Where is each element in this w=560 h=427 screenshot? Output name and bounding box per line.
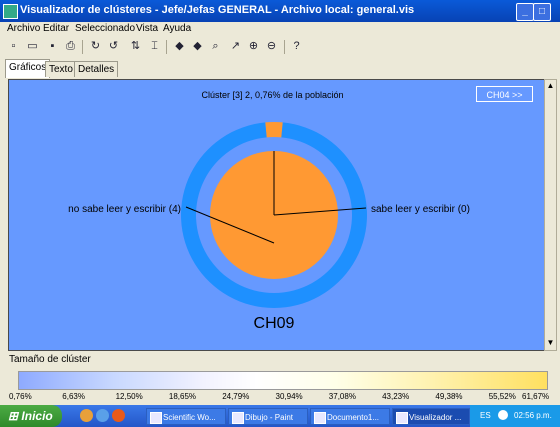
cluster-size-gradient bbox=[18, 371, 548, 390]
chart-canvas: no sabe leer y escribir (4) sabe leer y e… bbox=[8, 79, 546, 351]
move-right-icon[interactable]: ◆ bbox=[190, 39, 205, 54]
app-icon bbox=[3, 4, 18, 19]
size-tick-label: 18,65% bbox=[168, 392, 197, 401]
label-sabe: sabe leer y escribir (0) bbox=[371, 204, 470, 215]
tab-strip: Gráficos Texto Detalles bbox=[0, 58, 560, 78]
ring-segment bbox=[265, 122, 283, 138]
cluster-size-label: Tamaño de clúster bbox=[9, 354, 91, 365]
menu-ayuda[interactable]: Ayuda bbox=[163, 23, 191, 34]
title-bar: Visualizador de clústeres - Jefe/Jefas G… bbox=[0, 0, 560, 22]
print-icon[interactable]: ⎙ bbox=[63, 39, 78, 54]
size-tick-label: 61,67% bbox=[522, 392, 550, 401]
system-tray: ES 02:56 p.m. bbox=[470, 405, 560, 427]
size-tick-label: 24,79% bbox=[222, 392, 250, 401]
size-tick-label: 49,38% bbox=[435, 392, 463, 401]
undo-icon[interactable]: ↺ bbox=[106, 39, 121, 54]
new-icon[interactable]: ▫ bbox=[6, 39, 21, 54]
zoom-in-icon[interactable]: ⊕ bbox=[246, 39, 261, 54]
menu-seleccionado[interactable]: Seleccionado bbox=[75, 23, 135, 34]
task-icon bbox=[150, 412, 162, 424]
task-icon bbox=[232, 412, 244, 424]
menu-editar[interactable]: Editar bbox=[43, 23, 69, 34]
size-tick-label: 12,50% bbox=[115, 392, 143, 401]
cluster-label: Clúster [3] 2, 0,76% de la población bbox=[201, 90, 344, 100]
tab-texto[interactable]: Texto bbox=[45, 61, 77, 77]
toolbar: ▫ ▭ ▪ ⎙ ↻ ↺ ⇅ ⌶ ◆ ◆ ⌕ ↗ ⊕ ⊖ ? bbox=[0, 36, 560, 59]
variable-name: CH09 bbox=[254, 315, 295, 332]
start-button[interactable]: ⊞ Inicio bbox=[0, 405, 62, 427]
menu-vista[interactable]: Vista bbox=[136, 23, 158, 34]
task-scientific[interactable]: Scientific Wo... bbox=[146, 408, 226, 425]
start-label: Inicio bbox=[21, 409, 53, 423]
pointer-icon[interactable]: ↗ bbox=[228, 39, 243, 54]
scroll-up-icon[interactable]: ▲ bbox=[545, 80, 556, 92]
redo-icon[interactable]: ↻ bbox=[88, 39, 103, 54]
move-left-icon[interactable]: ◆ bbox=[172, 39, 187, 54]
task-label: Scientific Wo... bbox=[163, 413, 216, 422]
task-label: Documento1... bbox=[327, 413, 380, 422]
windows-logo-icon: ⊞ bbox=[8, 409, 19, 423]
maximize-button[interactable]: □ bbox=[533, 3, 551, 21]
firefox-icon[interactable] bbox=[112, 409, 125, 422]
menu-bar: Archivo Editar Seleccionado Vista Ayuda bbox=[0, 22, 560, 36]
next-variable-button[interactable]: CH04 >> bbox=[476, 86, 533, 102]
open-icon[interactable]: ▭ bbox=[25, 39, 40, 54]
task-icon bbox=[396, 412, 408, 424]
label-no-sabe: no sabe leer y escribir (4) bbox=[68, 204, 181, 215]
size-tick-label: 0,76% bbox=[9, 392, 32, 401]
save-icon[interactable]: ▪ bbox=[45, 39, 60, 54]
size-tick-label: 37,08% bbox=[328, 392, 356, 401]
size-tick-label: 55,52% bbox=[488, 392, 516, 401]
size-tick-label: 30,94% bbox=[275, 392, 303, 401]
cluster-chart: no sabe leer y escribir (4) sabe leer y e… bbox=[68, 122, 470, 332]
help-icon[interactable]: ? bbox=[289, 39, 304, 54]
menu-archivo[interactable]: Archivo bbox=[7, 23, 40, 34]
tab-detalles[interactable]: Detalles bbox=[74, 61, 119, 77]
minimize-button[interactable]: _ bbox=[516, 3, 534, 21]
fit-icon[interactable]: ⌶ bbox=[147, 39, 162, 54]
clock: 02:56 p.m. bbox=[514, 411, 552, 420]
tab-graficos[interactable]: Gráficos bbox=[5, 59, 51, 78]
find-icon[interactable]: ⌕ bbox=[208, 39, 223, 54]
task-visualizador[interactable]: Visualizador ... bbox=[392, 408, 470, 425]
window-title: Visualizador de clústeres - Jefe/Jefas G… bbox=[20, 4, 415, 16]
vertical-scrollbar[interactable]: ▲ ▼ bbox=[544, 79, 557, 351]
sort-icon[interactable]: ⇅ bbox=[128, 39, 143, 54]
language-indicator[interactable]: ES bbox=[480, 411, 491, 420]
task-label: Dibujo - Paint bbox=[245, 413, 294, 422]
task-paint[interactable]: Dibujo - Paint bbox=[228, 408, 308, 425]
size-tick-label: 43,23% bbox=[382, 392, 410, 401]
size-tick-label: 6,63% bbox=[62, 392, 85, 401]
ie-icon[interactable] bbox=[96, 409, 109, 422]
zoom-out-icon[interactable]: ⊖ bbox=[264, 39, 279, 54]
task-label: Visualizador ... bbox=[409, 413, 462, 422]
scroll-down-icon[interactable]: ▼ bbox=[545, 337, 556, 349]
network-icon[interactable] bbox=[498, 410, 508, 420]
task-documento[interactable]: Documento1... bbox=[310, 408, 390, 425]
task-icon bbox=[314, 412, 326, 424]
quicklaunch-icon[interactable] bbox=[80, 409, 93, 422]
